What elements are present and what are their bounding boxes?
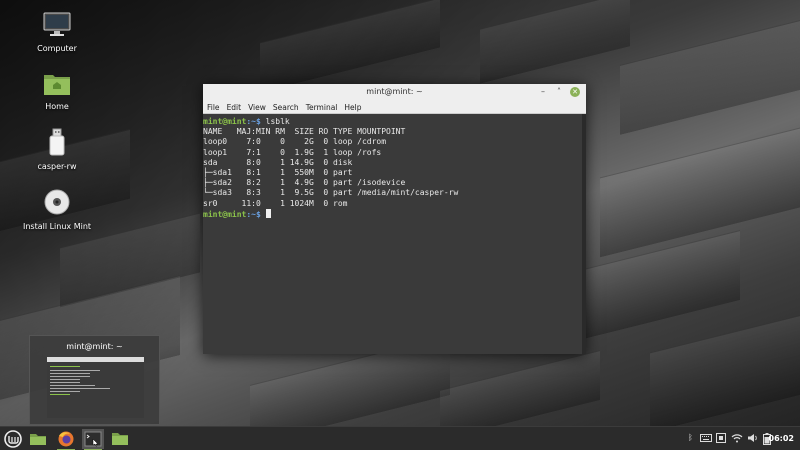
output-line: loop0 7:0 0 2G 0 loop /cdrom [203, 137, 387, 147]
prompt-user: mint@mint [203, 117, 247, 126]
menu-help[interactable]: Help [340, 100, 364, 112]
command-line: mint@mint:~$ lsblk [203, 117, 582, 127]
usb-drive-icon [7, 128, 107, 158]
desktop-icon-computer[interactable]: Computer [7, 12, 107, 53]
files-launcher[interactable] [109, 429, 131, 449]
prompt-user: mint@mint [203, 209, 247, 219]
bluetooth-icon[interactable]: ᛒ [688, 433, 693, 442]
disc-icon [7, 188, 107, 218]
preview-thumbnail [47, 357, 144, 418]
menu-search[interactable]: Search [269, 100, 302, 112]
preview-title: mint@mint: ~ [66, 342, 123, 351]
input-method-icon[interactable] [716, 433, 726, 445]
monitor-icon [7, 12, 107, 40]
terminal-icon [84, 431, 102, 447]
menu-terminal[interactable]: Terminal [302, 100, 341, 112]
wifi-icon[interactable] [731, 433, 743, 445]
output-line: NAME MAJ:MIN RM SIZE RO TYPE MOUNTPOINT [203, 127, 406, 137]
output-line: sr0 11:0 1 1024M 0 rom [203, 198, 348, 208]
mint-menu-icon [4, 430, 22, 448]
output-line: └─sda3 8:3 1 9.5G 0 part /media/mint/cas… [203, 188, 459, 198]
show-desktop-button[interactable] [27, 429, 49, 449]
volume-icon[interactable] [747, 433, 759, 445]
menu-edit[interactable]: Edit [223, 100, 245, 112]
desktop-icon-home[interactable]: Home [7, 72, 107, 111]
desktop-icon-casper-rw[interactable]: casper-rw [7, 128, 107, 171]
output-line: ├─sda2 8:2 1 4.9G 0 part /isodevice [203, 178, 406, 188]
window-preview[interactable]: mint@mint: ~ [29, 335, 160, 425]
clock[interactable]: 06:02 [769, 434, 794, 443]
menu-file[interactable]: File [203, 100, 223, 112]
window-title: mint@mint: ~ [366, 87, 423, 96]
taskbar: ᛒ 06:02 [0, 426, 800, 450]
menu-bar: File Edit View Search Terminal Help [203, 100, 586, 114]
maximize-button[interactable]: ˄ [554, 87, 564, 97]
output-line: loop1 7:1 0 1.9G 1 loop /rofs [203, 147, 382, 157]
firefox-icon [58, 431, 74, 447]
desktop-icon-install-linux-mint[interactable]: Install Linux Mint [7, 188, 107, 231]
prompt-path: :~$ [246, 117, 261, 126]
folder-icon [30, 434, 46, 445]
firefox-launcher[interactable] [55, 429, 77, 450]
minimize-button[interactable]: – [538, 87, 548, 97]
menu-button[interactable] [2, 429, 24, 449]
output-line: ├─sda1 8:1 1 550M 0 part [203, 168, 353, 178]
scrollbar[interactable] [582, 114, 586, 354]
keyboard-icon[interactable] [700, 433, 712, 445]
command-text: lsblk [260, 117, 290, 126]
menu-view[interactable]: View [244, 100, 269, 112]
terminal-window[interactable]: mint@mint: ~ – ˄ ✕ File Edit View Search Ter… [203, 84, 586, 354]
output-line: sda 8:0 1 14.9G 0 disk [203, 157, 353, 167]
text-cursor [265, 208, 271, 218]
current-prompt: mint@mint:~$ [203, 208, 582, 220]
close-button[interactable]: ✕ [570, 87, 580, 97]
home-folder-icon [7, 72, 107, 98]
prompt-path: :~$ [246, 209, 261, 219]
terminal-output[interactable]: mint@mint:~$ lsblk NAME MAJ:MIN RM SIZE R… [203, 114, 582, 354]
files-icon [112, 433, 128, 445]
terminal-launcher[interactable] [82, 429, 104, 450]
title-bar[interactable]: mint@mint: ~ – ˄ ✕ [203, 84, 586, 100]
